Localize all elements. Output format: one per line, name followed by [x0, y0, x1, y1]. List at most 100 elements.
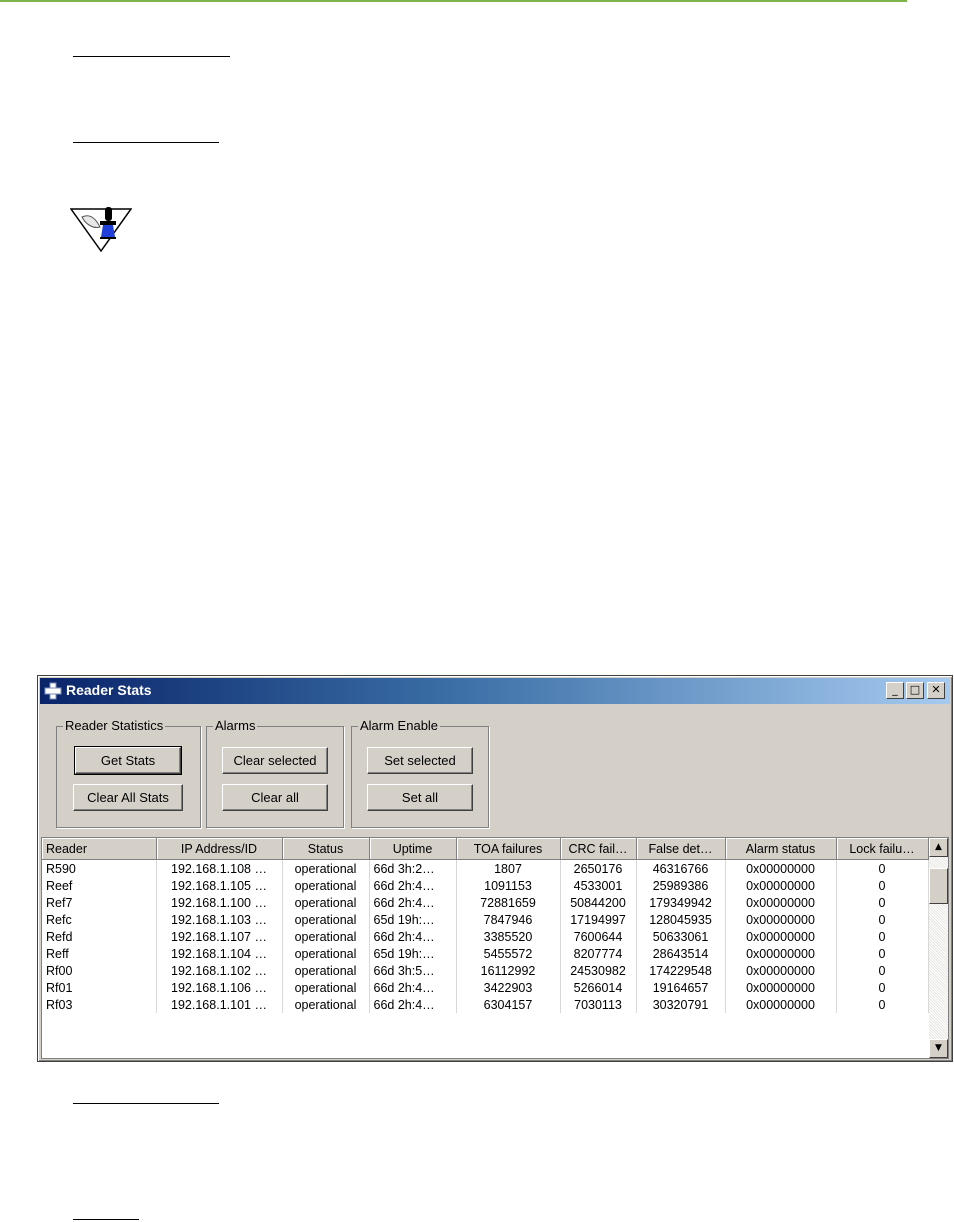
table-cell: operational	[282, 945, 370, 962]
table-cell: 66d 2h:4…	[369, 928, 457, 945]
table-cell: 65d 19h:…	[369, 911, 457, 928]
table-cell: 192.168.1.101 …	[156, 996, 283, 1013]
table-cell: 50633061	[636, 928, 726, 945]
table-cell: 3385520	[456, 928, 561, 945]
table-row[interactable]: R590 192.168.1.108 … operational 66d 3h:2… 1…	[42, 859, 929, 877]
column-header[interactable]: Reader	[42, 838, 157, 860]
table-cell: operational	[282, 877, 370, 894]
vertical-scrollbar[interactable]: ▲ ▼	[929, 838, 948, 1058]
table-cell: 17194997	[560, 911, 637, 928]
table-row[interactable]: Reef 192.168.1.105 … operational 66d 2h:4… 1…	[42, 877, 929, 894]
table-cell: operational	[282, 894, 370, 911]
table-row[interactable]: Refd 192.168.1.107 … operational 66d 2h:4… 3…	[42, 928, 929, 945]
column-header[interactable]: Alarm status	[725, 838, 837, 860]
table-cell: 8207774	[560, 945, 637, 962]
column-header[interactable]: Uptime	[369, 838, 457, 860]
table-cell: 0x00000000	[725, 945, 837, 962]
header-rule	[0, 0, 907, 2]
reader-stats-table: Reader IP Address/ID Status Uptime TOA failu…	[42, 838, 929, 1013]
table-cell: Reff	[42, 945, 157, 962]
close-button[interactable]: ✕	[927, 682, 945, 699]
heading-underline-3	[73, 1103, 219, 1104]
maximize-button[interactable]: □	[906, 682, 924, 699]
heading-underline-2	[73, 142, 219, 143]
alarms-group: Alarms Clear selected Clear all	[206, 718, 344, 828]
table-cell: operational	[282, 859, 370, 877]
heading-underline-4	[73, 1219, 139, 1220]
table-cell: 0	[836, 962, 929, 979]
table-row[interactable]: Reff 192.168.1.104 … operational 65d 19h:… 5…	[42, 945, 929, 962]
table-cell: 0	[836, 928, 929, 945]
table-cell: 0x00000000	[725, 996, 837, 1013]
table-cell: 0	[836, 911, 929, 928]
window-titlebar[interactable]: Reader Stats _ □ ✕	[40, 678, 950, 704]
clear-selected-button[interactable]: Clear selected	[222, 747, 328, 774]
table-cell: 0x00000000	[725, 894, 837, 911]
column-header[interactable]: TOA failures	[456, 838, 561, 860]
window-app-icon	[44, 682, 62, 700]
table-cell: 66d 2h:4…	[369, 979, 457, 996]
set-selected-button[interactable]: Set selected	[367, 747, 473, 774]
table-body: R590 192.168.1.108 … operational 66d 3h:2… 1…	[42, 859, 929, 1013]
column-header[interactable]: False det…	[636, 838, 726, 860]
get-stats-button[interactable]: Get Stats	[74, 746, 182, 775]
table-cell: 72881659	[456, 894, 561, 911]
minimize-button[interactable]: _	[886, 682, 904, 699]
table-cell: 0x00000000	[725, 877, 837, 894]
column-header[interactable]: Lock failu…	[836, 838, 929, 860]
table-cell: 16112992	[456, 962, 561, 979]
table-cell: 30320791	[636, 996, 726, 1013]
clear-all-button[interactable]: Clear all	[222, 784, 328, 811]
table-cell: 0x00000000	[725, 962, 837, 979]
column-header[interactable]: CRC fail…	[560, 838, 637, 860]
table-cell: 0x00000000	[725, 859, 837, 877]
table-cell: 192.168.1.106 …	[156, 979, 283, 996]
table-row[interactable]: Rf01 192.168.1.106 … operational 66d 2h:4… 3…	[42, 979, 929, 996]
table-cell: 179349942	[636, 894, 726, 911]
table-cell: 0	[836, 945, 929, 962]
reader-statistics-group: Reader Statistics Get Stats Clear All St…	[56, 718, 201, 828]
table-cell: Ref7	[42, 894, 157, 911]
scroll-thumb[interactable]	[929, 868, 948, 904]
table-cell: 24530982	[560, 962, 637, 979]
clear-all-stats-button[interactable]: Clear All Stats	[73, 784, 183, 811]
table-cell: 192.168.1.102 …	[156, 962, 283, 979]
table-cell: 174229548	[636, 962, 726, 979]
table-cell: 66d 2h:4…	[369, 877, 457, 894]
table-row[interactable]: Refc 192.168.1.103 … operational 65d 19h:… 7…	[42, 911, 929, 928]
table-cell: 192.168.1.104 …	[156, 945, 283, 962]
table-cell: operational	[282, 962, 370, 979]
scroll-down-arrow-icon[interactable]: ▼	[929, 1039, 948, 1058]
reader-stats-list[interactable]: Reader IP Address/ID Status Uptime TOA failu…	[41, 837, 949, 1059]
set-all-button[interactable]: Set all	[367, 784, 473, 811]
table-cell: 25989386	[636, 877, 726, 894]
table-cell: 4533001	[560, 877, 637, 894]
table-cell: 0	[836, 996, 929, 1013]
table-cell: 0x00000000	[725, 911, 837, 928]
table-cell: 6304157	[456, 996, 561, 1013]
table-cell: 0	[836, 877, 929, 894]
window-title: Reader Stats	[66, 682, 152, 698]
alarm-enable-label: Alarm Enable	[358, 718, 441, 733]
table-cell: operational	[282, 996, 370, 1013]
table-row[interactable]: Rf00 192.168.1.102 … operational 66d 3h:5… 1…	[42, 962, 929, 979]
table-cell: 50844200	[560, 894, 637, 911]
table-cell: 0	[836, 859, 929, 877]
table-cell: 5266014	[560, 979, 637, 996]
table-cell: operational	[282, 979, 370, 996]
table-cell: 1091153	[456, 877, 561, 894]
table-cell: Refc	[42, 911, 157, 928]
table-row[interactable]: Rf03 192.168.1.101 … operational 66d 2h:4… 6…	[42, 996, 929, 1013]
table-cell: 192.168.1.105 …	[156, 877, 283, 894]
scroll-up-arrow-icon[interactable]: ▲	[929, 838, 948, 857]
table-cell: 0x00000000	[725, 979, 837, 996]
table-cell: 65d 19h:…	[369, 945, 457, 962]
table-row[interactable]: Ref7 192.168.1.100 … operational 66d 2h:4… 7…	[42, 894, 929, 911]
column-header[interactable]: IP Address/ID	[156, 838, 283, 860]
table-cell: 66d 2h:4…	[369, 996, 457, 1013]
table-cell: R590	[42, 859, 157, 877]
table-cell: Rf01	[42, 979, 157, 996]
table-cell: 66d 3h:2…	[369, 859, 457, 877]
column-header[interactable]: Status	[282, 838, 370, 860]
heading-underline-1	[73, 56, 230, 57]
